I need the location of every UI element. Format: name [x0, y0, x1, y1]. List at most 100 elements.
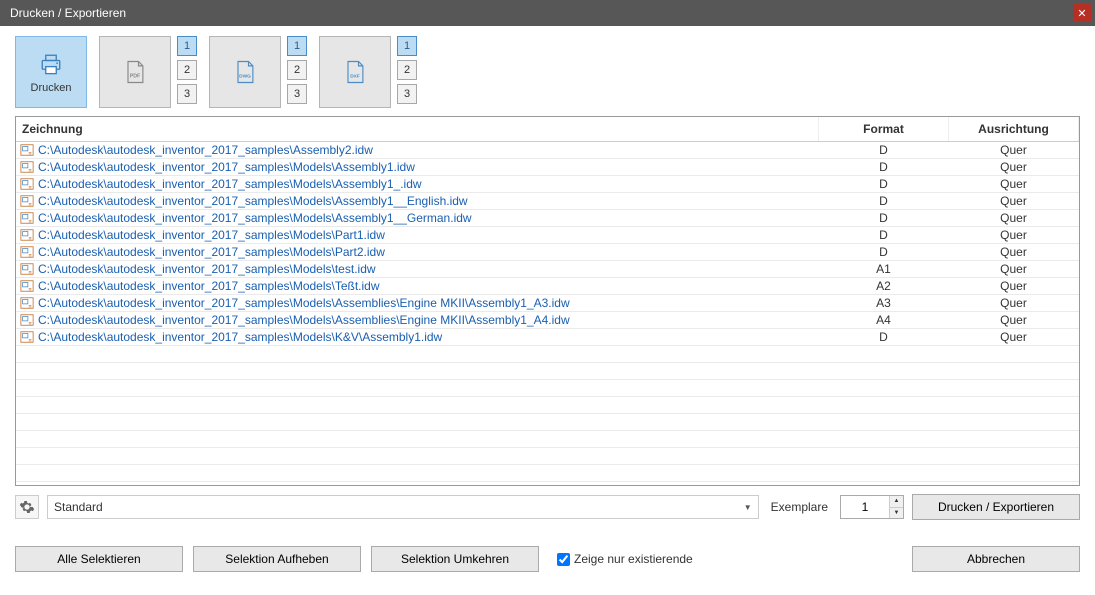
drawing-file-icon	[20, 245, 34, 259]
table-row[interactable]: C:\Autodesk\autodesk_inventor_2017_sampl…	[16, 277, 1079, 294]
show-existing-checkbox-wrap[interactable]: Zeige nur existierende	[557, 552, 693, 566]
dwg-icon: DWG	[231, 58, 259, 86]
close-button[interactable]: ✕	[1073, 4, 1091, 22]
tool-tile-print[interactable]: Drucken	[15, 36, 87, 108]
table-row[interactable]: C:\Autodesk\autodesk_inventor_2017_sampl…	[16, 209, 1079, 226]
cell-orient: Quer	[949, 243, 1079, 260]
drawing-path[interactable]: C:\Autodesk\autodesk_inventor_2017_sampl…	[38, 296, 570, 310]
table-row	[16, 362, 1079, 379]
cell-orient: Quer	[949, 175, 1079, 192]
drawing-file-icon	[20, 262, 34, 276]
cell-format: D	[819, 158, 949, 175]
close-icon: ✕	[1077, 7, 1086, 20]
table-row[interactable]: C:\Autodesk\autodesk_inventor_2017_sampl…	[16, 192, 1079, 209]
table-row	[16, 379, 1079, 396]
table-row	[16, 345, 1079, 362]
profile-value: Standard	[54, 500, 103, 514]
copies-down[interactable]: ▼	[890, 508, 903, 519]
grid-header-row: Zeichnung Format Ausrichtung	[16, 117, 1079, 141]
cell-format: D	[819, 209, 949, 226]
drawing-path[interactable]: C:\Autodesk\autodesk_inventor_2017_sampl…	[38, 245, 385, 259]
footer-row-2: Alle Selektieren Selektion Aufheben Sele…	[15, 534, 1080, 572]
tool-tile-dwg[interactable]: DWG	[209, 36, 281, 108]
num-stack-dxf: 1 2 3	[397, 36, 417, 104]
titlebar: Drucken / Exportieren ✕	[0, 0, 1095, 26]
show-existing-checkbox[interactable]	[557, 553, 570, 566]
num-stack-pdf: 1 2 3	[177, 36, 197, 104]
table-row	[16, 464, 1079, 481]
tool-tile-dxf[interactable]: DXF	[319, 36, 391, 108]
dxf-icon: DXF	[341, 58, 369, 86]
drawing-file-icon	[20, 313, 34, 327]
table-row	[16, 447, 1079, 464]
table-row[interactable]: C:\Autodesk\autodesk_inventor_2017_sampl…	[16, 294, 1079, 311]
drawing-path[interactable]: C:\Autodesk\autodesk_inventor_2017_sampl…	[38, 279, 380, 293]
table-row[interactable]: C:\Autodesk\autodesk_inventor_2017_sampl…	[16, 226, 1079, 243]
cell-orient: Quer	[949, 311, 1079, 328]
table-row	[16, 413, 1079, 430]
chevron-down-icon: ▼	[744, 503, 752, 512]
num-stack-dwg: 1 2 3	[287, 36, 307, 104]
cell-orient: Quer	[949, 294, 1079, 311]
drawing-path[interactable]: C:\Autodesk\autodesk_inventor_2017_sampl…	[38, 160, 415, 174]
drawing-path[interactable]: C:\Autodesk\autodesk_inventor_2017_sampl…	[38, 330, 442, 344]
grid[interactable]: Zeichnung Format Ausrichtung C:\Autodesk…	[15, 116, 1080, 486]
cell-format: A2	[819, 277, 949, 294]
drawing-file-icon	[20, 211, 34, 225]
printer-icon	[37, 50, 65, 78]
drawing-path[interactable]: C:\Autodesk\autodesk_inventor_2017_sampl…	[38, 313, 570, 327]
copies-label: Exemplare	[771, 500, 828, 514]
profile-dropdown[interactable]: Standard ▼	[47, 495, 759, 519]
table-row[interactable]: C:\Autodesk\autodesk_inventor_2017_sampl…	[16, 328, 1079, 345]
num-btn-pdf-3[interactable]: 3	[177, 84, 197, 104]
table-row[interactable]: C:\Autodesk\autodesk_inventor_2017_sampl…	[16, 243, 1079, 260]
gear-icon	[19, 499, 35, 515]
drawing-path[interactable]: C:\Autodesk\autodesk_inventor_2017_sampl…	[38, 211, 472, 225]
copies-input[interactable]	[841, 496, 889, 518]
num-btn-dwg-3[interactable]: 3	[287, 84, 307, 104]
select-all-button[interactable]: Alle Selektieren	[15, 546, 183, 572]
pdf-icon: PDF	[121, 58, 149, 86]
table-row	[16, 430, 1079, 447]
table-row[interactable]: C:\Autodesk\autodesk_inventor_2017_sampl…	[16, 175, 1079, 192]
col-header-drawing[interactable]: Zeichnung	[16, 117, 819, 141]
drawing-file-icon	[20, 279, 34, 293]
table-row[interactable]: C:\Autodesk\autodesk_inventor_2017_sampl…	[16, 141, 1079, 158]
cancel-button[interactable]: Abbrechen	[912, 546, 1080, 572]
copies-up[interactable]: ▲	[890, 496, 903, 508]
col-header-format[interactable]: Format	[819, 117, 949, 141]
deselect-button[interactable]: Selektion Aufheben	[193, 546, 361, 572]
col-header-orient[interactable]: Ausrichtung	[949, 117, 1079, 141]
cell-format: D	[819, 141, 949, 158]
table-row[interactable]: C:\Autodesk\autodesk_inventor_2017_sampl…	[16, 311, 1079, 328]
drawing-path[interactable]: C:\Autodesk\autodesk_inventor_2017_sampl…	[38, 177, 422, 191]
table-row[interactable]: C:\Autodesk\autodesk_inventor_2017_sampl…	[16, 158, 1079, 175]
drawing-path[interactable]: C:\Autodesk\autodesk_inventor_2017_sampl…	[38, 228, 385, 242]
copies-spinner[interactable]: ▲ ▼	[840, 495, 904, 519]
print-export-button[interactable]: Drucken / Exportieren	[912, 494, 1080, 520]
num-btn-pdf-2[interactable]: 2	[177, 60, 197, 80]
drawing-path[interactable]: C:\Autodesk\autodesk_inventor_2017_sampl…	[38, 262, 376, 276]
tool-group-print: Drucken	[15, 36, 87, 108]
tool-label-print: Drucken	[31, 82, 72, 94]
table-row[interactable]: C:\Autodesk\autodesk_inventor_2017_sampl…	[16, 260, 1079, 277]
drawing-path[interactable]: C:\Autodesk\autodesk_inventor_2017_sampl…	[38, 143, 373, 157]
num-btn-dwg-2[interactable]: 2	[287, 60, 307, 80]
cell-orient: Quer	[949, 277, 1079, 294]
num-btn-pdf-1[interactable]: 1	[177, 36, 197, 56]
num-btn-dxf-2[interactable]: 2	[397, 60, 417, 80]
svg-text:DWG: DWG	[239, 73, 251, 79]
invert-selection-button[interactable]: Selektion Umkehren	[371, 546, 539, 572]
tool-group-dwg: DWG 1 2 3	[209, 36, 307, 108]
drawing-file-icon	[20, 228, 34, 242]
cell-orient: Quer	[949, 226, 1079, 243]
num-btn-dxf-1[interactable]: 1	[397, 36, 417, 56]
tool-group-pdf: PDF 1 2 3	[99, 36, 197, 108]
drawing-path[interactable]: C:\Autodesk\autodesk_inventor_2017_sampl…	[38, 194, 468, 208]
num-btn-dxf-3[interactable]: 3	[397, 84, 417, 104]
tool-tile-pdf[interactable]: PDF	[99, 36, 171, 108]
settings-button[interactable]	[15, 495, 39, 519]
tool-group-dxf: DXF 1 2 3	[319, 36, 417, 108]
cell-orient: Quer	[949, 158, 1079, 175]
num-btn-dwg-1[interactable]: 1	[287, 36, 307, 56]
